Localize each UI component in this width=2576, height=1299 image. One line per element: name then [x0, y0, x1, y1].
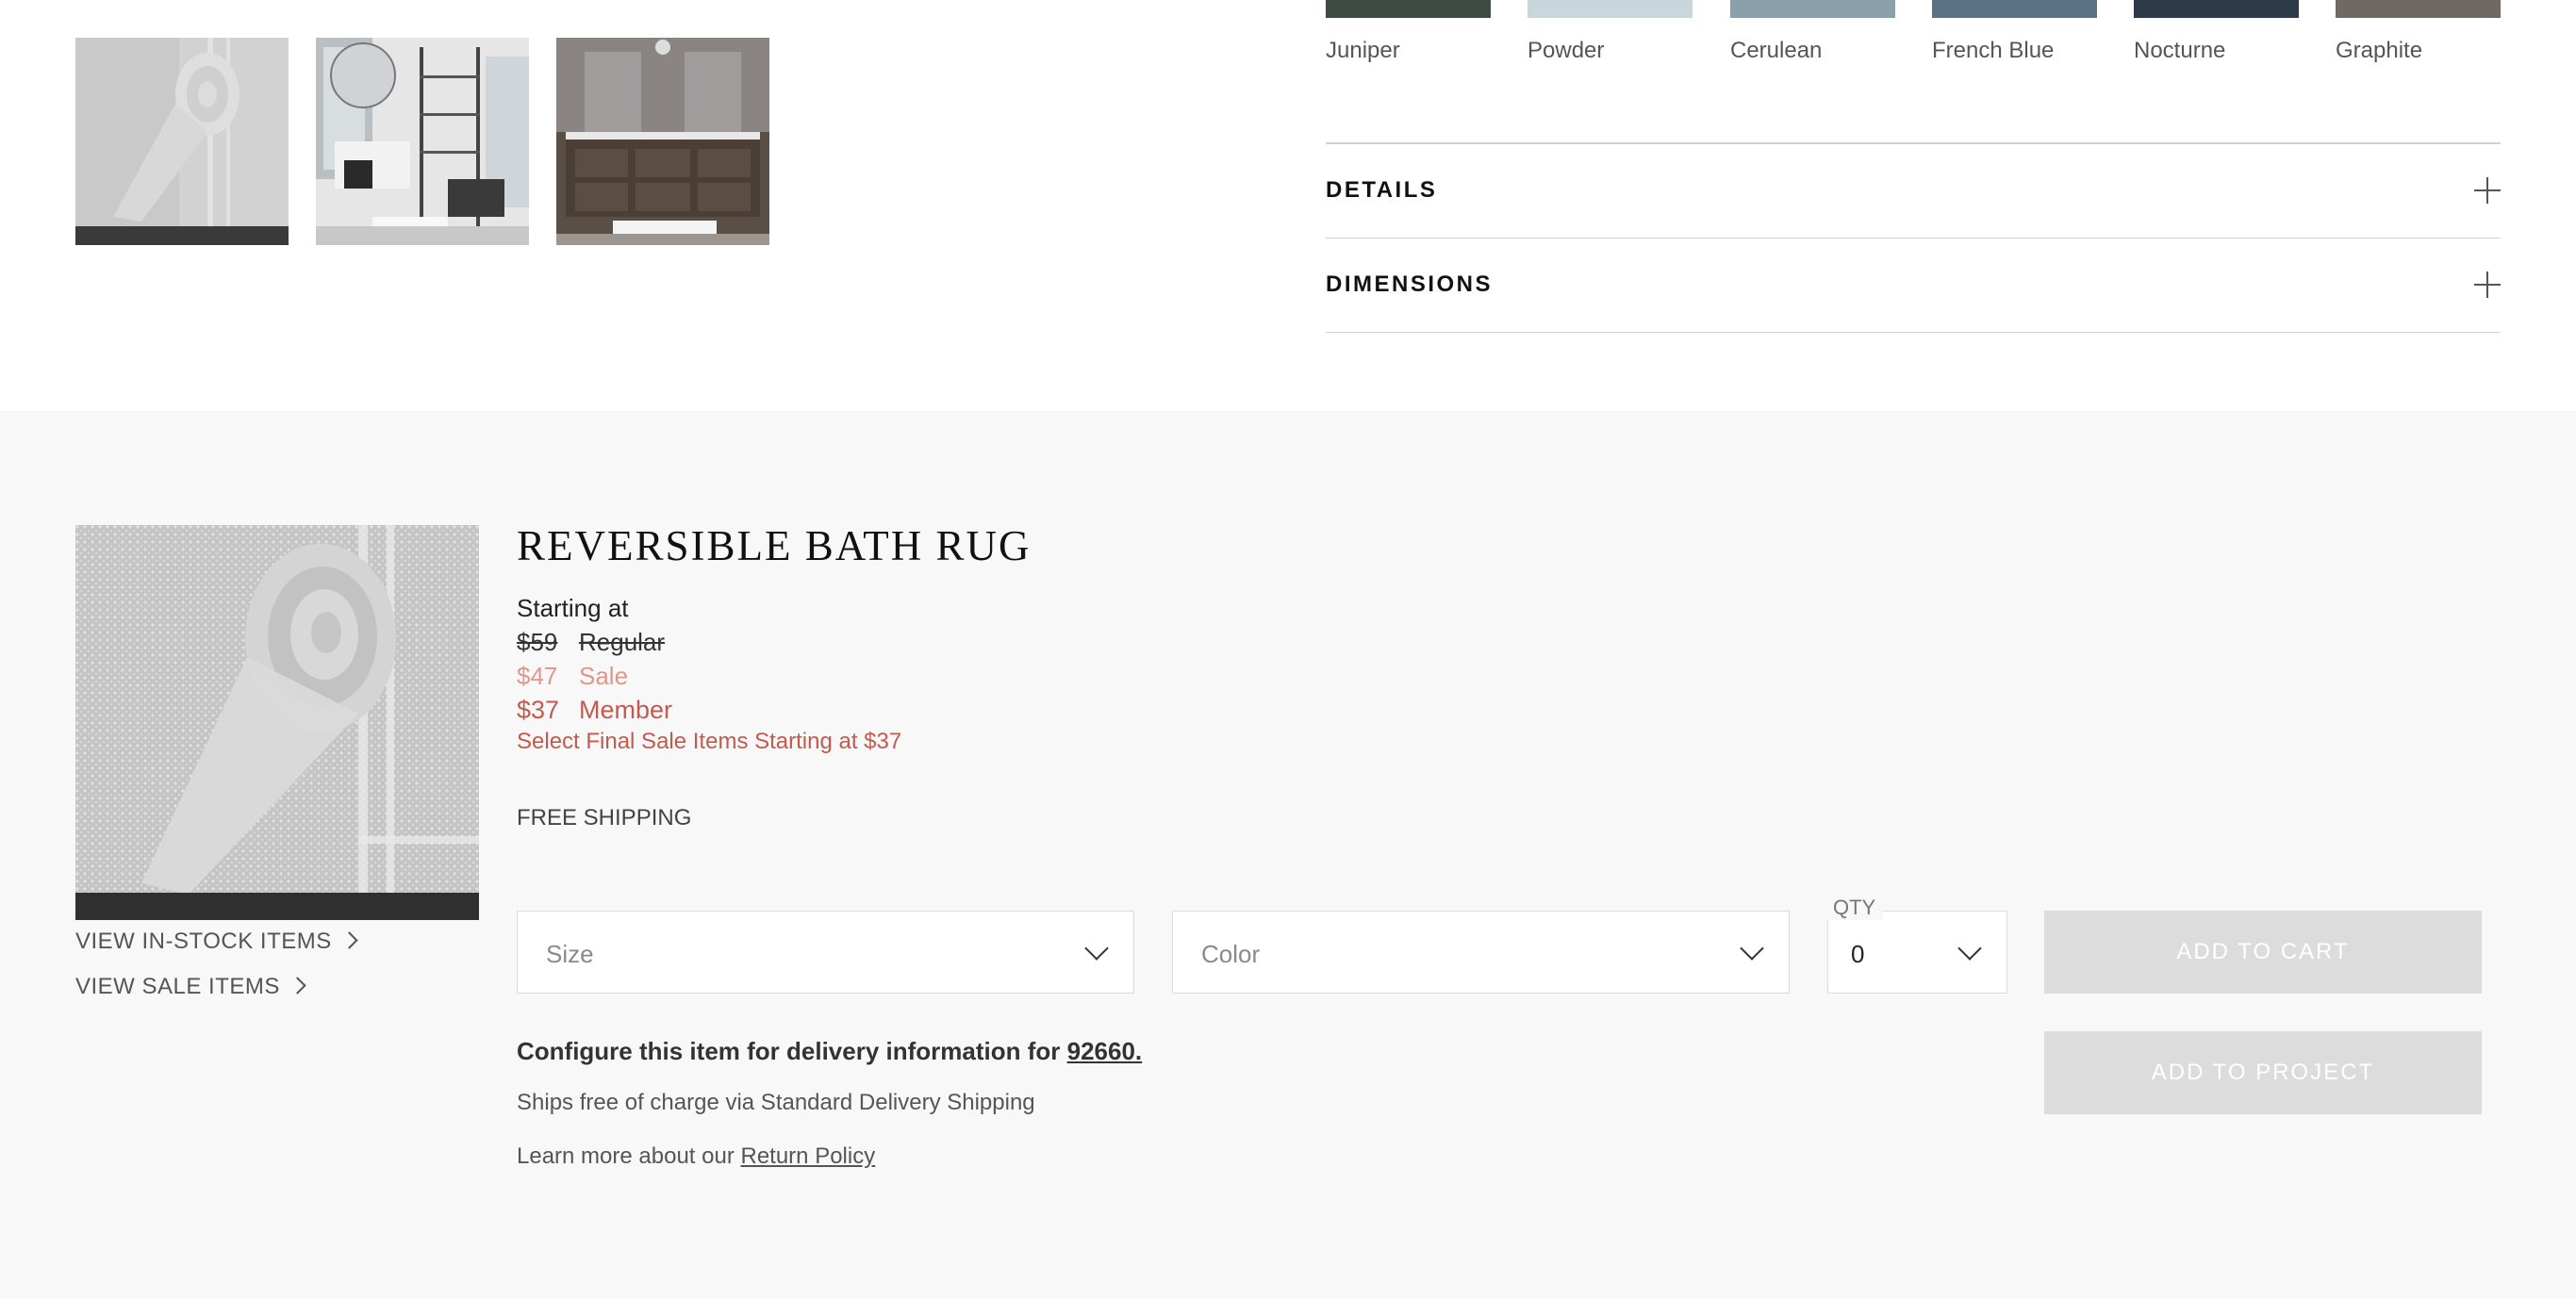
accordion-details-label: DETAILS — [1326, 177, 1438, 203]
quantity-select[interactable]: 0 — [1827, 911, 2007, 994]
swatch-graphite[interactable]: Graphite — [2336, 0, 2501, 83]
regular-label: Regular — [579, 628, 666, 656]
quantity-label: QTY — [1825, 896, 1884, 920]
free-shipping: FREE SHIPPING — [517, 805, 692, 830]
swatch-chip — [2134, 0, 2299, 18]
swatch-label: Graphite — [2336, 38, 2423, 63]
plus-icon — [2474, 271, 2501, 298]
swatch-label: French Blue — [1932, 38, 2055, 63]
member-price: $37 — [517, 696, 560, 724]
member-label: Member — [579, 696, 673, 724]
swatch-chip — [1932, 0, 2097, 18]
return-policy-line: Learn more about our Return Policy — [517, 1143, 875, 1170]
regular-price: $59 — [517, 628, 558, 656]
swatch-chip — [1326, 0, 1491, 18]
sale-price: $47 — [517, 662, 558, 690]
plus-icon — [2474, 177, 2501, 204]
product-title: REVERSIBLE BATH RUG — [517, 522, 1032, 569]
swatch-cerulean[interactable]: Cerulean — [1730, 0, 1895, 83]
size-select[interactable]: Size — [517, 911, 1134, 994]
add-to-cart-button[interactable]: ADD TO CART — [2044, 911, 2482, 994]
accordion-details[interactable]: DETAILS — [1326, 143, 2501, 238]
swatch-chip — [1730, 0, 1895, 18]
view-sale-link[interactable]: VIEW SALE ITEMS — [75, 974, 306, 1000]
starting-at: Starting at — [517, 594, 629, 622]
price-sale: $47 Sale — [517, 662, 628, 691]
price-regular: $59 Regular — [517, 628, 665, 657]
chevron-right-icon — [289, 977, 306, 995]
ships-free-text: Ships free of charge via Standard Delive… — [517, 1090, 1035, 1115]
swatch-label: Nocturne — [2134, 38, 2226, 63]
product-panel: VIEW IN-STOCK ITEMS VIEW SALE ITEMS REVE… — [0, 411, 2576, 1299]
thumbnail-bathroom-vanity[interactable] — [556, 38, 769, 245]
swatch-nocturne[interactable]: Nocturne — [2134, 0, 2299, 83]
final-sale-note: Select Final Sale Items Starting at $37 — [517, 729, 902, 754]
thumbnail-rug[interactable] — [75, 38, 289, 245]
thumbnail-bathroom-shelving[interactable] — [316, 38, 529, 245]
price-member: $37 Member — [517, 696, 672, 725]
add-to-project-button[interactable]: ADD TO PROJECT — [2044, 1031, 2482, 1114]
swatch-chip — [1527, 0, 1693, 18]
swatch-label: Powder — [1527, 38, 1605, 63]
zip-code-link[interactable]: 92660. — [1067, 1037, 1143, 1065]
size-placeholder: Size — [546, 940, 594, 968]
swatch-powder[interactable]: Powder — [1527, 0, 1693, 83]
quantity-value: 0 — [1851, 940, 1865, 968]
chevron-down-icon — [1084, 936, 1109, 961]
accordion-dimensions-label: DIMENSIONS — [1326, 271, 1494, 297]
sale-label: Sale — [579, 662, 629, 690]
swatch-chip — [2336, 0, 2501, 18]
view-in-stock-label: VIEW IN-STOCK ITEMS — [75, 929, 332, 954]
color-select[interactable]: Color — [1172, 911, 1790, 994]
swatch-french-blue[interactable]: French Blue — [1932, 0, 2097, 83]
chevron-down-icon — [1740, 936, 1764, 961]
delivery-config-text: Configure this item for delivery informa… — [517, 1037, 1061, 1065]
delivery-config: Configure this item for delivery informa… — [517, 1037, 1142, 1066]
chevron-down-icon — [1957, 936, 1982, 961]
view-in-stock-link[interactable]: VIEW IN-STOCK ITEMS — [75, 929, 358, 955]
swatch-juniper[interactable]: Juniper — [1326, 0, 1491, 83]
return-policy-link[interactable]: Return Policy — [740, 1143, 875, 1169]
learn-more-text: Learn more about our — [517, 1143, 735, 1169]
product-image — [75, 525, 479, 920]
accordion-dimensions[interactable]: DIMENSIONS — [1326, 238, 2501, 333]
swatch-label: Cerulean — [1730, 38, 1823, 63]
swatch-label: Juniper — [1326, 38, 1400, 63]
color-placeholder: Color — [1201, 940, 1261, 968]
chevron-right-icon — [340, 931, 358, 949]
view-sale-label: VIEW SALE ITEMS — [75, 974, 280, 999]
